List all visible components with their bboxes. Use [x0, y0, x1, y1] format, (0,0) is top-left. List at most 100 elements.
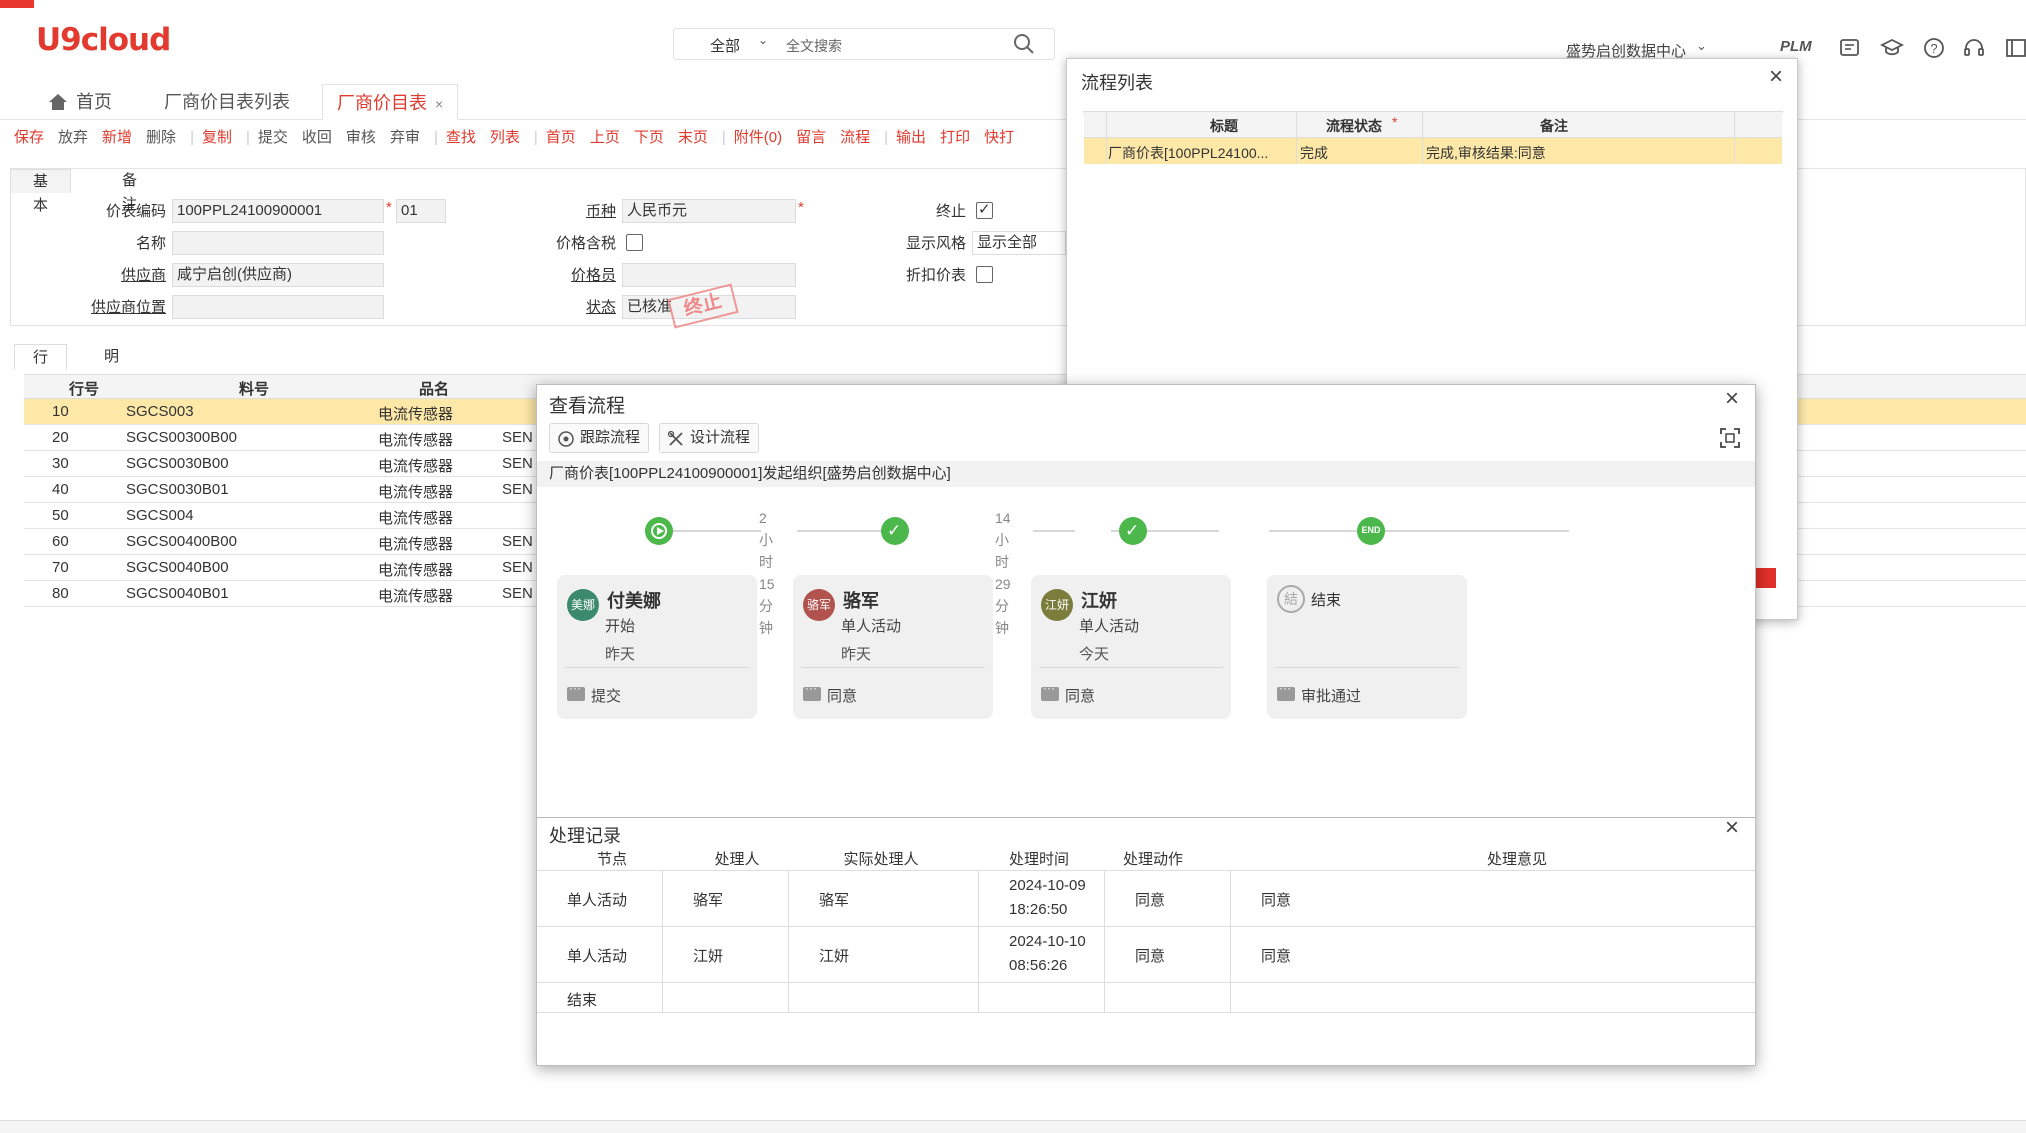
menu-icon[interactable]	[2004, 36, 2026, 60]
graduation-cap-icon[interactable]	[1880, 36, 1904, 60]
display-style-label: 显示风格	[905, 235, 966, 252]
display-style-select[interactable]: 显示全部	[972, 231, 1066, 255]
table-row[interactable]: 单人活动 骆军 骆军 2024-10-09 18:26:50 同意 同意	[537, 871, 1755, 927]
divider	[1106, 112, 1107, 164]
cell-time: 18:26:50	[1009, 901, 1068, 918]
approve-button[interactable]: 审核	[346, 129, 376, 146]
code-field[interactable]: 100PPL24100900001	[172, 199, 384, 223]
list-button[interactable]: 列表	[490, 129, 520, 146]
design-process-button[interactable]: 设计流程	[659, 423, 760, 453]
chevron-down-icon[interactable]: ⌄	[758, 33, 768, 47]
tab-details[interactable]: 明细	[86, 344, 137, 391]
column-header[interactable]: 料号	[224, 378, 284, 399]
help-icon[interactable]: ?	[1922, 36, 1946, 60]
table-row[interactable]: 单人活动 江妍 江妍 2024-10-10 08:56:26 同意 同意	[537, 927, 1755, 983]
first-page-button[interactable]: 首页	[546, 129, 576, 146]
tab-lines[interactable]: 行	[14, 344, 68, 370]
cell-opinion: 同意	[1261, 948, 1292, 965]
quick-print-button[interactable]: 快打	[984, 129, 1014, 146]
terminate-checkbox[interactable]	[976, 200, 993, 219]
currency-label[interactable]: 币种	[560, 200, 616, 221]
attachment-button[interactable]: 附件(0)	[734, 129, 782, 146]
search-input[interactable]: 全文搜索	[786, 36, 842, 56]
tab-remark[interactable]: 备注	[100, 169, 159, 213]
search-icon[interactable]	[1012, 32, 1036, 56]
supplier-location-label[interactable]: 供应商位置	[80, 296, 166, 317]
plm-link[interactable]: PLM	[1780, 38, 1812, 55]
column-header[interactable]: 标题	[1164, 116, 1284, 136]
unapprove-button[interactable]: 弃审	[390, 129, 420, 146]
export-button[interactable]: 输出	[896, 129, 926, 146]
currency-field[interactable]: 人民币元	[622, 199, 796, 223]
tab-price-table[interactable]: 厂商价目表 ×	[322, 84, 459, 120]
tab-price-list[interactable]: 厂商价目表列表	[164, 84, 290, 120]
message-button[interactable]: 留言	[796, 129, 826, 146]
close-icon[interactable]: ×	[435, 96, 443, 112]
withdraw-button[interactable]: 收回	[302, 129, 332, 146]
pricer-field[interactable]	[622, 263, 796, 287]
tax-included-checkbox[interactable]	[626, 234, 643, 251]
divider: |	[884, 129, 889, 146]
app-logo[interactable]: U9cloud	[36, 22, 171, 58]
discount-table-checkbox[interactable]	[976, 266, 993, 283]
find-button[interactable]: 查找	[446, 129, 476, 146]
close-icon[interactable]: ×	[1725, 814, 1739, 842]
node-card[interactable]: 結 结束 审批通过	[1267, 575, 1467, 719]
node-comment: 同意	[1065, 688, 1096, 705]
copy-button[interactable]: 复制	[202, 129, 232, 146]
divider	[1734, 112, 1735, 164]
submit-button[interactable]: 提交	[258, 129, 288, 146]
column-header[interactable]: 行号	[54, 378, 114, 399]
node-card[interactable]: 美娜 付美娜 开始 昨天 提交	[557, 575, 757, 719]
message-icon[interactable]	[1838, 36, 1862, 60]
table-cell: 江妍	[663, 927, 789, 982]
track-process-button[interactable]: 跟踪流程	[549, 423, 650, 453]
play-icon[interactable]	[645, 517, 673, 545]
version-field[interactable]: 01	[396, 199, 446, 223]
dialog-title: 流程列表	[1081, 73, 1153, 93]
discard-button[interactable]: 放弃	[58, 129, 88, 146]
button-label: 跟踪流程	[580, 429, 641, 446]
search-scope[interactable]: 全部	[710, 35, 740, 56]
supplier-location-field[interactable]	[172, 295, 384, 319]
checkmark-icon[interactable]: ✓	[881, 517, 909, 545]
checkmark-icon[interactable]: ✓	[1119, 517, 1147, 545]
table-row[interactable]: 厂商价表[100PPL24100... 完成 完成,审核结果:同意	[1084, 138, 1782, 164]
table-row[interactable]: 结束	[537, 983, 1755, 1013]
name-field[interactable]	[172, 231, 384, 255]
required-mark: *	[1392, 114, 1398, 130]
table-cell: 骆军	[663, 871, 789, 926]
new-button[interactable]: 新增	[102, 129, 132, 146]
column-header[interactable]: 备注	[1494, 116, 1614, 136]
end-icon[interactable]: END	[1357, 517, 1385, 545]
pricer-label[interactable]: 价格员	[556, 264, 616, 285]
node-card[interactable]: 骆军 骆军 单人活动 昨天 同意	[793, 575, 993, 719]
save-button[interactable]: 保存	[14, 129, 44, 146]
table-cell: 单人活动	[537, 927, 663, 982]
product-name: 电流传感器	[378, 510, 454, 527]
tab-basic[interactable]: 基本	[10, 169, 72, 214]
status-label[interactable]: 状态	[560, 296, 616, 317]
node-user: 结束	[1311, 592, 1342, 609]
table-cell: 同意	[1105, 927, 1231, 982]
end-node-icon: 結	[1277, 585, 1305, 613]
chevron-down-icon[interactable]: ⌄	[1696, 38, 1707, 54]
close-icon[interactable]: ×	[1725, 385, 1739, 413]
supplier-field[interactable]: 咸宁启创(供应商)	[172, 263, 384, 287]
column-header[interactable]: 品名	[404, 378, 464, 399]
prev-page-button[interactable]: 上页	[590, 129, 620, 146]
fullscreen-icon[interactable]	[1719, 427, 1741, 449]
delete-button[interactable]: 删除	[146, 129, 176, 146]
flow-button[interactable]: 流程	[840, 129, 870, 146]
node-card[interactable]: 江妍 江妍 单人活动 今天 同意	[1031, 575, 1231, 719]
headset-icon[interactable]	[1962, 36, 1986, 60]
close-icon[interactable]: ×	[1769, 63, 1783, 91]
tab-home[interactable]: 首页	[48, 84, 112, 120]
search-box[interactable]: 全部 ⌄ 全文搜索	[673, 28, 1055, 60]
part-number: SGCS0040B00	[126, 559, 229, 576]
print-button[interactable]: 打印	[940, 129, 970, 146]
next-page-button[interactable]: 下页	[634, 129, 664, 146]
last-page-button[interactable]: 末页	[678, 129, 708, 146]
supplier-label[interactable]: 供应商	[100, 264, 166, 285]
svg-text:?: ?	[1930, 41, 1937, 56]
